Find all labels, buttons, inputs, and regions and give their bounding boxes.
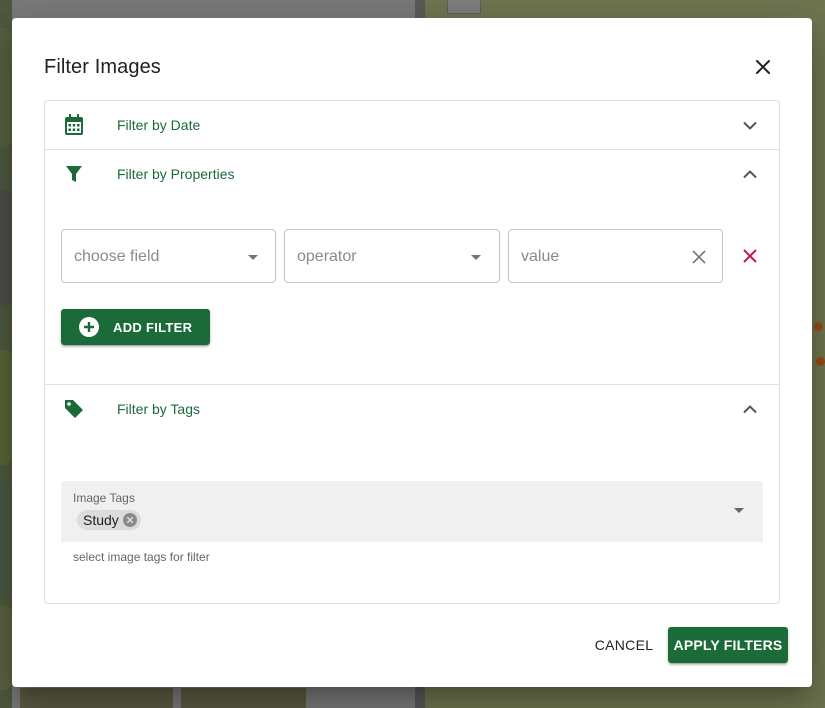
map-marker bbox=[816, 357, 825, 366]
background-thumbnail bbox=[0, 605, 12, 690]
panel-label-properties: Filter by Properties bbox=[117, 166, 235, 182]
background-thumbnail bbox=[0, 190, 12, 305]
background-thumbnail bbox=[0, 28, 12, 148]
filter-images-dialog: Filter Images Filter by Date Filter by P… bbox=[12, 18, 812, 687]
operator-placeholder: operator bbox=[297, 248, 357, 265]
panel-label-date: Filter by Date bbox=[117, 117, 201, 133]
close-icon bbox=[756, 60, 770, 74]
choose-field-select[interactable]: choose field bbox=[61, 229, 276, 283]
filter-funnel-icon bbox=[63, 163, 85, 185]
background-thumbnail bbox=[0, 478, 12, 598]
image-tags-label: Image Tags bbox=[73, 491, 135, 505]
image-tags-select[interactable]: Image Tags Study bbox=[61, 481, 763, 542]
close-button[interactable] bbox=[748, 52, 778, 82]
panel-header-tags[interactable]: Filter by Tags bbox=[45, 385, 779, 433]
panel-header-properties[interactable]: Filter by Properties bbox=[45, 150, 779, 198]
remove-filter-button[interactable] bbox=[739, 245, 761, 267]
dialog-title: Filter Images bbox=[44, 56, 161, 78]
tag-icon bbox=[63, 398, 85, 420]
add-filter-label: ADD FILTER bbox=[113, 320, 193, 335]
tag-chip: Study bbox=[77, 510, 141, 530]
panel-header-date[interactable]: Filter by Date bbox=[45, 101, 779, 149]
background-thumbnail bbox=[20, 688, 173, 708]
value-input[interactable]: value bbox=[508, 229, 723, 283]
apply-filters-button[interactable]: APPLY FILTERS bbox=[668, 627, 788, 663]
dropdown-arrow-icon bbox=[734, 508, 744, 513]
add-circle-icon bbox=[79, 317, 99, 337]
remove-tag-button[interactable] bbox=[122, 513, 137, 527]
chevron-up-icon bbox=[740, 164, 760, 184]
image-tags-hint: select image tags for filter bbox=[73, 550, 210, 564]
cancel-circle-icon bbox=[122, 513, 137, 527]
chevron-up-icon bbox=[740, 399, 760, 419]
clear-icon bbox=[692, 250, 706, 264]
chevron-down-icon bbox=[740, 115, 760, 135]
value-placeholder: value bbox=[521, 248, 560, 265]
calendar-icon bbox=[63, 114, 85, 136]
filter-panels: Filter by Date Filter by Properties choo… bbox=[44, 100, 780, 604]
remove-icon bbox=[743, 249, 757, 263]
background-map-control bbox=[447, 0, 481, 14]
dropdown-arrow-icon bbox=[248, 255, 258, 260]
tag-chip-label: Study bbox=[83, 512, 119, 528]
background-thumbnail bbox=[181, 688, 306, 708]
dropdown-arrow-icon bbox=[471, 255, 481, 260]
add-filter-button[interactable]: ADD FILTER bbox=[61, 309, 210, 345]
panel-label-tags: Filter by Tags bbox=[117, 401, 200, 417]
clear-value-button[interactable] bbox=[689, 247, 709, 267]
background-thumbnail bbox=[0, 350, 12, 465]
cancel-button[interactable]: CANCEL bbox=[586, 627, 662, 663]
operator-select[interactable]: operator bbox=[284, 229, 500, 283]
choose-field-placeholder: choose field bbox=[74, 248, 160, 265]
map-marker bbox=[814, 322, 823, 331]
